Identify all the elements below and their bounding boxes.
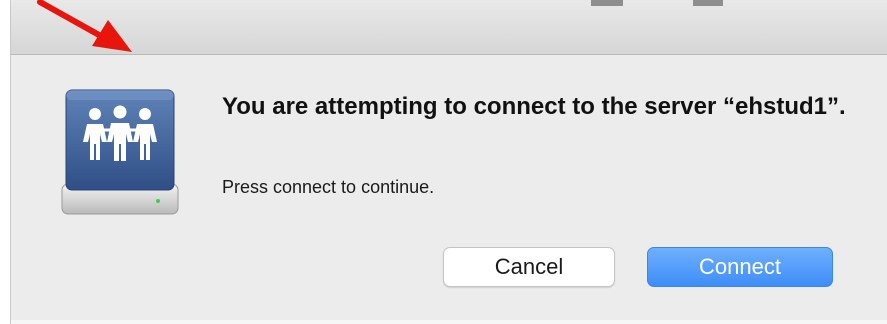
dialog-heading: You are attempting to connect to the ser… [222, 93, 846, 120]
cancel-button[interactable]: Cancel [443, 247, 615, 287]
titlebar-fragment [693, 0, 723, 6]
screenshot-stage: You are attempting to connect to the ser… [0, 0, 887, 324]
red-arrow-icon [37, 0, 132, 52]
titlebar-fragment [591, 0, 623, 6]
window-titlebar [11, 0, 887, 55]
dialog-message: Press connect to continue. [222, 177, 435, 197]
server-people-icon [61, 89, 179, 215]
dialog-bottom-edge [11, 320, 887, 324]
connect-button[interactable]: Connect [647, 247, 833, 287]
